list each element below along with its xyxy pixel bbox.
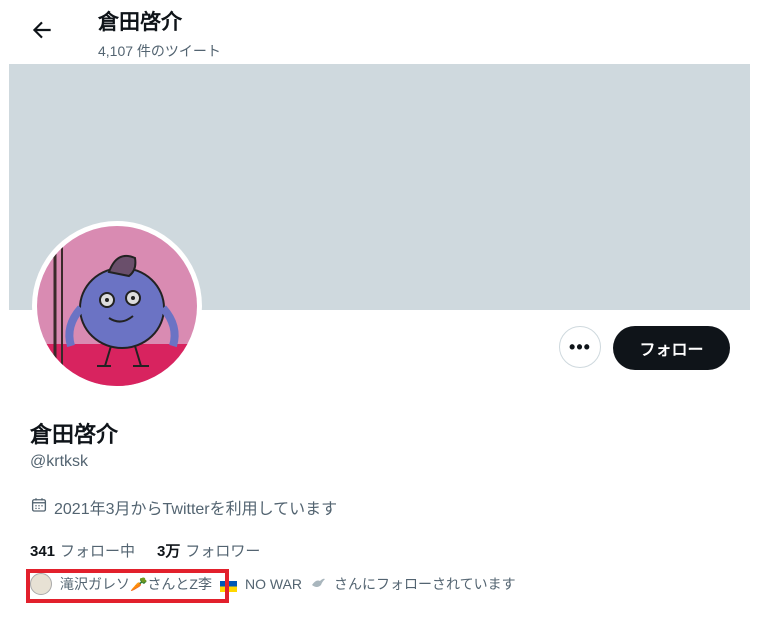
joined-date: 2021年3月からTwitterを利用しています	[30, 495, 337, 519]
header-title: 倉田啓介	[98, 11, 182, 34]
avatar-image	[37, 226, 197, 386]
mutual-text-c: NO WAR	[245, 576, 303, 592]
following-label: フォロー中	[60, 543, 136, 560]
follow-stats: 341 フォロー中 3万 フォロワー	[30, 540, 260, 561]
calendar-icon	[30, 496, 48, 519]
joined-text: 2021年3月からTwitterを利用しています	[54, 501, 338, 518]
following-link[interactable]: 341 フォロー中	[30, 540, 135, 561]
followers-label: フォロワー	[185, 543, 261, 560]
tweet-count: 4,107 件のツイート	[98, 43, 221, 59]
profile-handle: @krtksk	[30, 453, 89, 470]
back-arrow-icon[interactable]	[29, 17, 55, 43]
avatar[interactable]	[32, 221, 202, 391]
profile-page: 倉田啓介 4,107 件のツイート ••• フォロー 倉田啓介 @krtksk …	[9, 0, 750, 617]
profile-name: 倉田啓介	[30, 422, 119, 447]
following-count: 341	[30, 543, 56, 560]
more-button[interactable]: •••	[559, 326, 601, 368]
followers-link[interactable]: 3万 フォロワー	[157, 540, 260, 561]
mutual-text-d: さんにフォローされています	[334, 576, 516, 592]
profile-header: 倉田啓介 4,107 件のツイート	[9, 0, 750, 64]
follow-button[interactable]: フォロー	[613, 326, 730, 370]
followers-count: 3万	[157, 543, 181, 560]
highlight-box	[26, 569, 229, 603]
dove-icon	[310, 575, 326, 594]
